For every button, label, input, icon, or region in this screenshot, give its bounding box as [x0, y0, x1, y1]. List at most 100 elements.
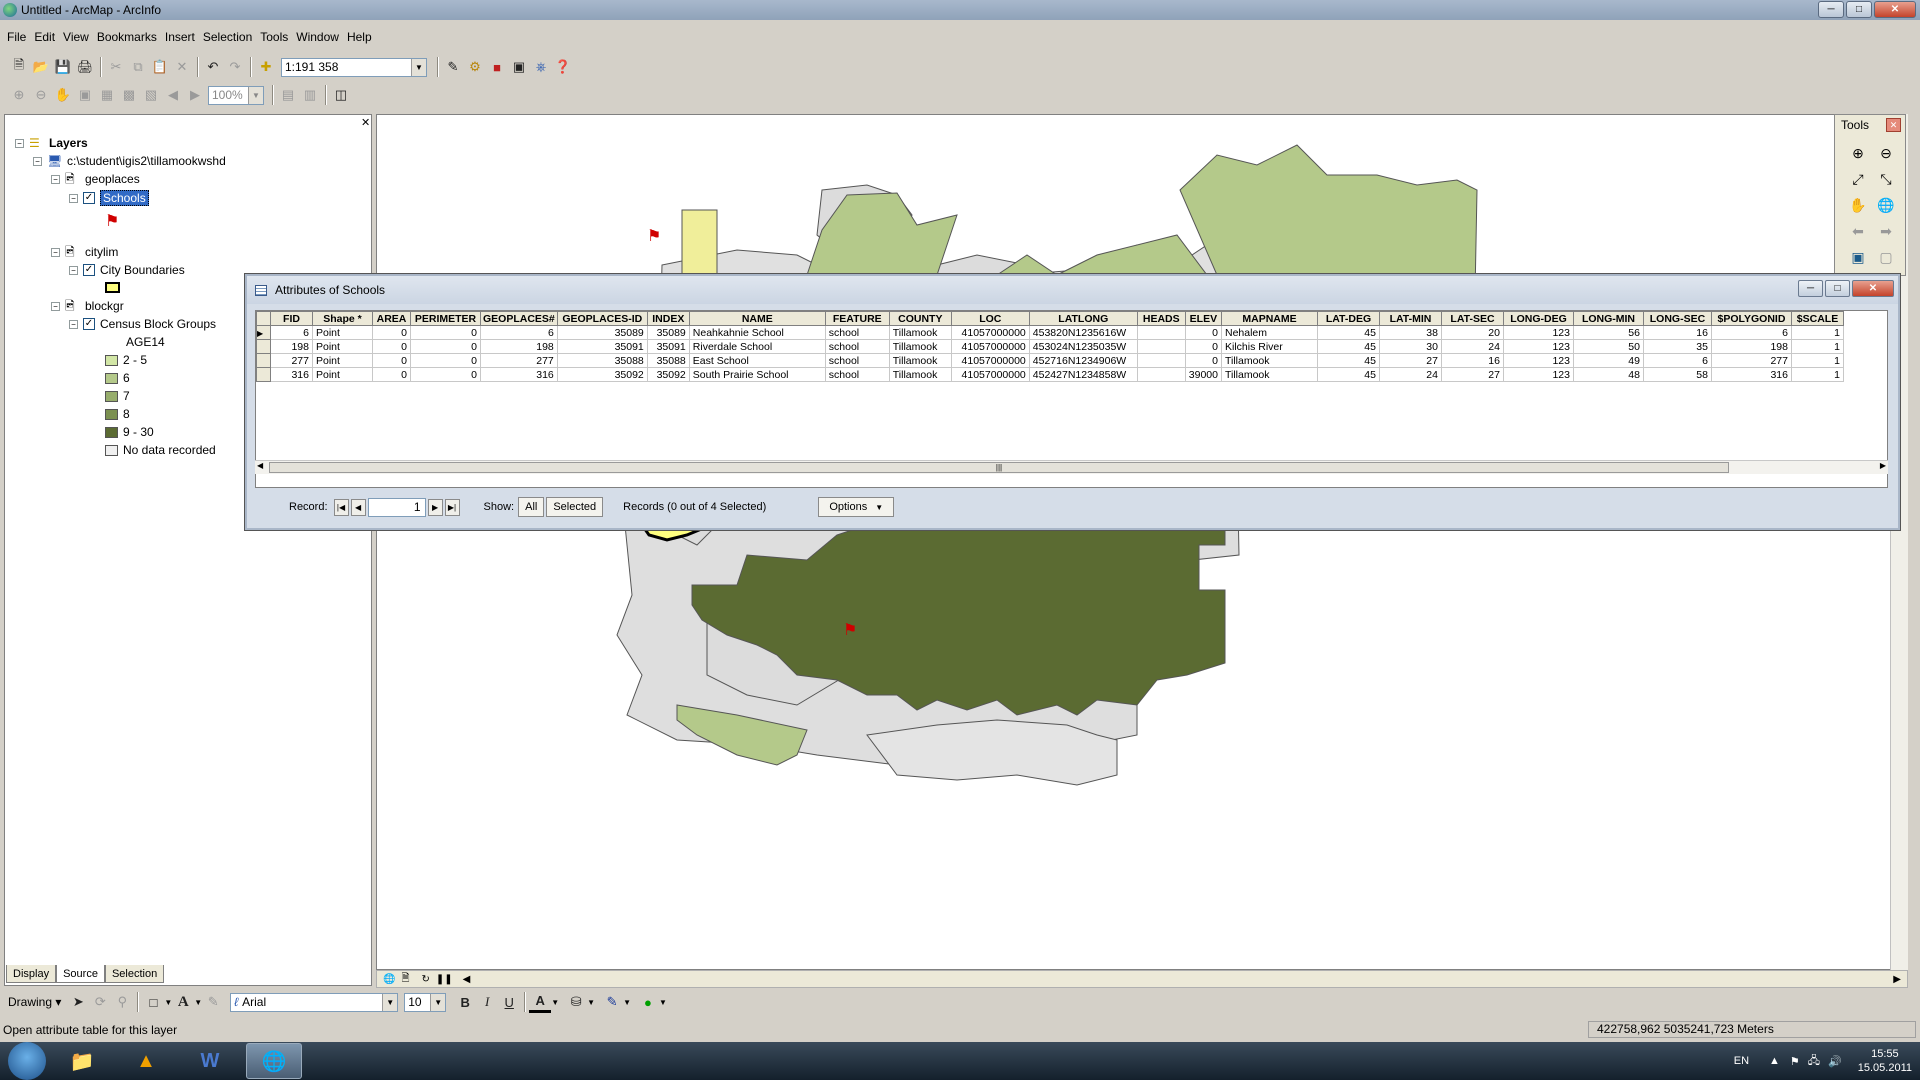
table-cell[interactable]: 6 — [270, 325, 313, 340]
table-cell[interactable]: 35088 — [646, 353, 690, 368]
table-cell[interactable]: 6 — [1710, 325, 1792, 340]
table-cell[interactable]: 35092 — [556, 367, 648, 382]
refresh-icon[interactable]: ↻ — [422, 974, 430, 985]
previous-record-icon[interactable]: ◀ — [350, 498, 366, 516]
table-row[interactable]: 277 Point 0 0 277 35088 35088 East School school… — [256, 353, 1844, 368]
table-row[interactable]: 316 Point 0 0 316 35092 35092 South Prairie Sch… — [256, 367, 1844, 382]
explorer-taskbar-icon[interactable]: 📁 — [54, 1043, 110, 1079]
font-family-combo[interactable]: ℓ Arial ▼ — [230, 992, 399, 1012]
table-cell[interactable]: 0 — [372, 339, 411, 354]
table-cell[interactable]: 38 — [1378, 325, 1442, 340]
table-cell[interactable]: 20 — [1440, 325, 1504, 340]
full-extent-icon[interactable]: 🌐 — [1873, 193, 1899, 217]
table-cell[interactable]: 1 — [1790, 325, 1844, 340]
menu-edit[interactable]: Edit — [34, 30, 55, 44]
table-cell[interactable]: 316 — [270, 367, 313, 382]
table-cell[interactable]: Tillamook — [888, 325, 952, 340]
underline-button[interactable]: U — [498, 991, 520, 1013]
map-view[interactable]: ⚑ ⚑ ⚑ ⚑ — [376, 114, 1908, 970]
table-cell[interactable]: 123 — [1502, 353, 1574, 368]
record-number-input[interactable]: 1 — [367, 497, 426, 517]
table-cell[interactable]: 41057000000 — [950, 367, 1030, 382]
scroll-right-icon[interactable]: ▶ — [1880, 461, 1886, 470]
zoom-100-icon[interactable]: ▦ — [96, 84, 118, 106]
network-icon[interactable]: 🖧 — [1808, 1052, 1820, 1071]
column-header[interactable]: ELEV — [1184, 311, 1222, 326]
fixed-zoom-in-icon[interactable]: ⤢ — [1845, 167, 1871, 191]
word-taskbar-icon[interactable]: W — [182, 1043, 238, 1079]
column-header[interactable]: Shape * — [312, 311, 373, 326]
table-cell[interactable]: 198 — [1710, 339, 1792, 354]
menu-bookmarks[interactable]: Bookmarks — [97, 30, 157, 44]
table-cell[interactable]: Tillamook — [1220, 353, 1318, 368]
table-cell[interactable]: 41057000000 — [950, 353, 1030, 368]
table-cell[interactable]: 16 — [1642, 325, 1712, 340]
tab-selection[interactable]: Selection — [104, 965, 165, 983]
table-cell[interactable]: Tillamook — [1220, 367, 1318, 382]
table-cell[interactable]: Nehalem — [1220, 325, 1318, 340]
fixed-zoom-out-page-icon[interactable]: ▧ — [140, 84, 162, 106]
tab-display[interactable]: Display — [6, 965, 57, 983]
layer-visibility-checkbox[interactable]: ✓ — [83, 318, 95, 330]
table-cell[interactable]: 0 — [372, 325, 411, 340]
table-cell[interactable]: 316 — [480, 367, 558, 382]
table-cell[interactable]: 45 — [1316, 367, 1380, 382]
close-button[interactable]: ✕ — [1852, 280, 1894, 297]
column-header[interactable]: NAME — [688, 311, 826, 326]
print-icon[interactable]: 🖨 — [74, 56, 96, 78]
table-cell[interactable]: 0 — [410, 367, 481, 382]
table-horizontal-scrollbar[interactable]: ◀ ||| ▶ — [255, 460, 1888, 474]
column-header[interactable]: LONG-SEC — [1642, 311, 1712, 326]
tab-source[interactable]: Source — [56, 965, 105, 983]
table-cell[interactable]: 0 — [410, 339, 481, 354]
table-cell[interactable]: 123 — [1502, 325, 1574, 340]
change-layout-icon[interactable]: ◫ — [330, 84, 352, 106]
back-extent-page-icon[interactable]: ◀ — [162, 84, 184, 106]
layout-view-icon[interactable]: 🗎 — [401, 971, 409, 988]
table-cell[interactable]: 1 — [1790, 339, 1844, 354]
chevron-down-icon[interactable]: ▼ — [623, 998, 631, 1007]
table-cell[interactable]: Kilchis River — [1220, 339, 1318, 354]
whats-this-help-icon[interactable]: ❓ — [552, 56, 574, 78]
next-record-icon[interactable]: ▶ — [427, 498, 443, 516]
table-cell[interactable]: Neahkahnie School — [688, 325, 826, 340]
table-cell[interactable]: 0 — [1184, 353, 1222, 368]
table-cell[interactable]: 123 — [1502, 339, 1574, 354]
column-header[interactable]: LAT-SEC — [1440, 311, 1504, 326]
font-color-icon[interactable]: A — [529, 991, 552, 1013]
table-cell[interactable]: 49 — [1572, 353, 1644, 368]
table-cell[interactable]: Riverdale School — [688, 339, 826, 354]
table-cell[interactable]: 35092 — [646, 367, 690, 382]
column-header[interactable]: PERIMETER — [410, 311, 481, 326]
table-cell[interactable]: 35088 — [556, 353, 648, 368]
table-cell[interactable]: 123 — [1502, 367, 1574, 382]
line-color-icon[interactable]: ✎ — [601, 991, 623, 1013]
row-selector[interactable] — [256, 339, 271, 354]
column-header[interactable]: GEOPLACES-ID — [556, 311, 648, 326]
table-cell[interactable]: 198 — [270, 339, 313, 354]
marker-color-icon[interactable]: ● — [637, 991, 659, 1013]
select-features-icon[interactable]: ▣ — [1845, 245, 1871, 269]
chevron-down-icon[interactable]: ▼ — [587, 998, 595, 1007]
table-cell[interactable]: 0 — [372, 353, 411, 368]
table-cell[interactable]: 27 — [1378, 353, 1442, 368]
table-cell[interactable]: 198 — [480, 339, 558, 354]
collapse-icon[interactable]: − — [69, 193, 78, 203]
zoom-to-selected-icon[interactable]: ⚲ — [111, 991, 133, 1013]
maximize-button[interactable]: □ — [1825, 280, 1850, 297]
copy-icon[interactable]: ⧉ — [127, 56, 149, 78]
toc-layer-city-boundaries[interactable]: − ✓ City Boundaries — [69, 263, 185, 277]
zoom-whole-page-icon[interactable]: ▣ — [74, 84, 96, 106]
column-header[interactable]: LATLONG — [1028, 311, 1138, 326]
undo-icon[interactable]: ↶ — [202, 56, 224, 78]
new-document-icon[interactable]: 🗎 — [8, 56, 30, 78]
table-cell[interactable]: 35089 — [556, 325, 648, 340]
redo-icon[interactable]: ↷ — [224, 56, 246, 78]
table-cell[interactable]: 50 — [1572, 339, 1644, 354]
model-builder-icon[interactable]: ⎈ — [530, 56, 552, 78]
row-selector[interactable] — [256, 367, 271, 382]
show-all-button[interactable]: All — [518, 497, 545, 517]
collapse-icon[interactable]: − — [15, 138, 24, 148]
table-cell[interactable]: school — [824, 325, 890, 340]
column-header[interactable]: $POLYGONID — [1710, 311, 1792, 326]
